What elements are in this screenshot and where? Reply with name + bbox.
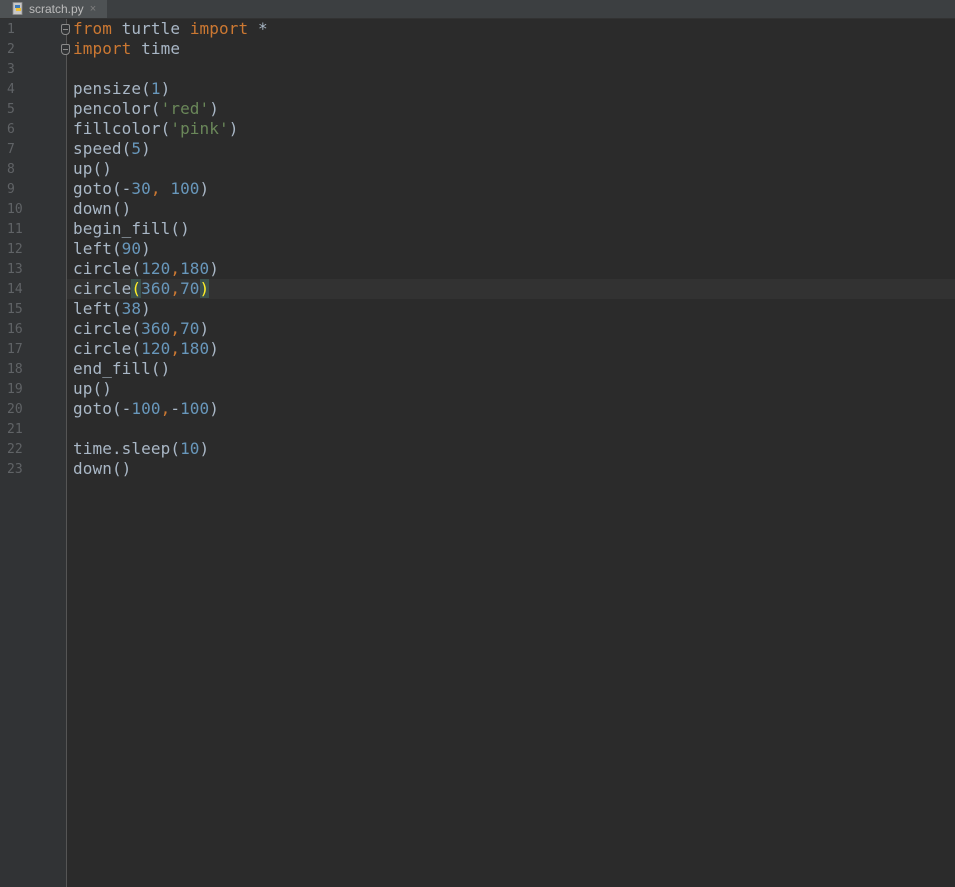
line-number: 9 [7,182,15,197]
line-number: 12 [7,242,23,257]
tab-scratch-py[interactable]: scratch.py × [0,0,107,18]
code-line[interactable]: circle(360,70) [73,279,210,299]
line-number: 22 [7,442,23,457]
code-line[interactable]: goto(-100,-100) [73,399,219,419]
close-icon[interactable]: × [90,0,96,18]
code-line[interactable]: down() [73,199,131,219]
fold-marker-icon[interactable] [61,44,70,55]
line-number: 14 [7,282,23,297]
line-number: 11 [7,222,23,237]
line-number: 1 [7,22,15,37]
line-number: 21 [7,422,23,437]
code-line[interactable]: goto(-30, 100) [73,179,209,199]
line-number: 13 [7,262,23,277]
code-line[interactable]: pencolor('red') [73,99,219,119]
editor-tab-bar: scratch.py × [0,0,955,19]
line-number: 18 [7,362,23,377]
code-line[interactable]: speed(5) [73,139,151,159]
code-line[interactable]: time.sleep(10) [73,439,209,459]
line-number: 16 [7,322,23,337]
code-line[interactable]: begin_fill() [73,219,190,239]
code-line[interactable]: circle(360,70) [73,319,209,339]
python-file-icon [12,2,23,15]
line-number: 2 [7,42,15,57]
code-line[interactable]: left(38) [73,299,151,319]
line-number: 8 [7,162,15,177]
line-number: 19 [7,382,23,397]
code-line[interactable]: up() [73,159,112,179]
line-number: 5 [7,102,15,117]
line-number: 10 [7,202,23,217]
tab-label: scratch.py [29,2,84,16]
line-number: 4 [7,82,15,97]
code-line[interactable]: import time [73,39,180,59]
line-number: 3 [7,62,15,77]
code-line[interactable]: circle(120,180) [73,339,219,359]
code-line[interactable]: from turtle import * [73,19,268,39]
code-line[interactable]: end_fill() [73,359,170,379]
line-number: 17 [7,342,23,357]
line-number: 15 [7,302,23,317]
code-line[interactable]: left(90) [73,239,151,259]
code-line[interactable]: circle(120,180) [73,259,219,279]
code-line[interactable]: pensize(1) [73,79,170,99]
line-number: 7 [7,142,15,157]
code-line[interactable]: fillcolor('pink') [73,119,238,139]
code-line[interactable]: down() [73,459,131,479]
fold-marker-icon[interactable] [61,24,70,35]
line-number: 23 [7,462,23,477]
line-number: 6 [7,122,15,137]
code-line[interactable]: up() [73,379,112,399]
line-number: 20 [7,402,23,417]
